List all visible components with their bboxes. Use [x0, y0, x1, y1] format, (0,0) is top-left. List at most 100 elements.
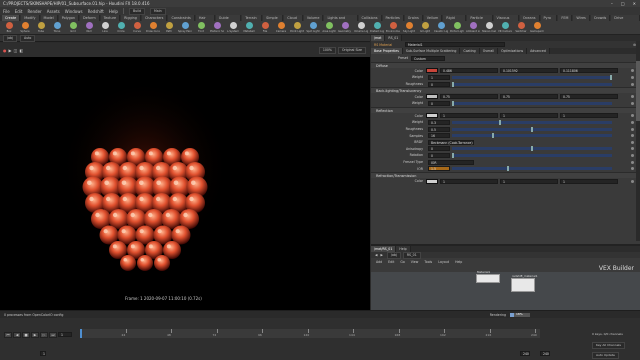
param-value-field[interactable]: 0.101592	[500, 68, 558, 74]
tool-camera[interactable]: Camera	[274, 22, 288, 33]
tool-curve[interactable]: Curve	[130, 22, 144, 33]
tool-geometry-light[interactable]: Geometry Light	[338, 22, 352, 33]
tool-circle[interactable]: Circle	[114, 22, 128, 33]
tool-portal-light[interactable]: Portal Light	[450, 22, 464, 33]
param-value-field[interactable]: 0.111806	[560, 68, 618, 74]
slider-knob[interactable]	[507, 166, 510, 172]
param-value-field[interactable]: 1	[440, 113, 498, 119]
last-frame-icon[interactable]: ⏭	[49, 332, 57, 338]
param-value-field[interactable]: 1	[500, 178, 558, 184]
timeline-ruler[interactable]: 24 48 72 96 120 144 168 192 216 240	[80, 329, 540, 338]
network-menu-edit[interactable]: Edit	[388, 260, 394, 264]
tool-environment-light[interactable]: Environment Light	[386, 22, 400, 33]
subtab-coating[interactable]: Coating	[460, 48, 480, 54]
param-slider[interactable]	[452, 119, 612, 125]
tool-tube[interactable]: Tube	[34, 22, 48, 33]
tool-font[interactable]: Font	[194, 22, 208, 33]
tool-l-system[interactable]: L-System	[226, 22, 240, 33]
reset-icon[interactable]	[631, 101, 634, 105]
build-desktop-select[interactable]: Build	[128, 7, 145, 15]
forward-icon[interactable]: ▶	[377, 253, 382, 257]
tool-switcher[interactable]: Switcher	[514, 22, 528, 33]
node-name-field[interactable]: Material1	[405, 42, 505, 47]
playhead[interactable]	[80, 329, 82, 338]
param-value-field[interactable]: 0	[428, 100, 450, 106]
param-value-field[interactable]: 1	[428, 74, 450, 80]
reset-icon[interactable]	[631, 95, 634, 99]
tool-ambient-light[interactable]: Ambient Light	[466, 22, 480, 33]
network-path[interactable]: /obj	[3, 34, 17, 42]
menu-render[interactable]: Render	[27, 9, 41, 14]
tool-line[interactable]: Line	[98, 22, 112, 33]
param-value-field[interactable]: 0.75	[500, 94, 558, 100]
material-node[interactable]: Material1	[476, 270, 500, 283]
tool-area-light[interactable]: Area Light	[322, 22, 336, 33]
tool-platonic-solids[interactable]: Platonic Solids	[210, 22, 224, 33]
subtab-advanced[interactable]: Advanced	[527, 48, 550, 54]
reset-icon[interactable]	[631, 82, 634, 86]
play-icon[interactable]: ▶	[9, 48, 12, 53]
scrollbar-thumb[interactable]	[636, 61, 640, 121]
redshift-material-node[interactable]: redshift_material1	[511, 274, 537, 292]
param-slider[interactable]	[452, 74, 612, 80]
start-frame-field[interactable]: 1	[40, 351, 46, 356]
network-menu-view[interactable]: View	[411, 260, 419, 264]
param-value-field[interactable]: Beckmann (Cook-Torrance)	[428, 139, 474, 145]
tool-torus[interactable]: Torus	[50, 22, 64, 33]
network-menu-tools[interactable]: Tools	[424, 260, 432, 264]
reset-icon[interactable]	[631, 75, 634, 79]
menu-help[interactable]: Help	[109, 9, 118, 14]
reset-icon[interactable]	[631, 179, 634, 183]
network-menu-add[interactable]: Add	[376, 260, 382, 264]
tool-gamepad-camera[interactable]: Gamepad Camera	[530, 22, 544, 33]
maximize-button[interactable]: □	[621, 1, 625, 6]
param-value-field[interactable]: 1	[440, 178, 498, 184]
render-viewport[interactable]: Frame: 1 2020-09-07 11:00:10 (0.72s)	[0, 57, 370, 310]
param-value-field[interactable]: 0	[428, 152, 450, 158]
tool-vr-camera[interactable]: VR Camera	[498, 22, 512, 33]
tool-box[interactable]: Box	[2, 22, 16, 33]
param-slider[interactable]	[452, 133, 612, 139]
slider-knob[interactable]	[452, 152, 454, 158]
reset-icon[interactable]	[631, 160, 634, 164]
render-icon[interactable]: ●	[3, 48, 7, 53]
menu-windows[interactable]: Windows	[65, 9, 83, 14]
param-value-field[interactable]: 1	[560, 113, 618, 119]
color-swatch[interactable]	[426, 113, 438, 119]
tool-gi-light[interactable]: GI Light	[418, 22, 432, 33]
param-value-field[interactable]: 0.5	[428, 126, 450, 132]
color-swatch[interactable]	[426, 178, 438, 184]
param-value-field[interactable]: 0.75	[560, 94, 618, 100]
tool-metaball[interactable]: Metaball	[242, 22, 256, 33]
subtab-optimizations[interactable]: Optimizations	[498, 48, 528, 54]
param-slider[interactable]	[452, 146, 612, 152]
tool-path[interactable]: Path	[162, 22, 176, 33]
lock-icon[interactable]: ◧	[19, 48, 23, 53]
tool-sphere[interactable]: Sphere	[18, 22, 32, 33]
param-slider[interactable]	[452, 166, 612, 172]
tool-stereo-camera[interactable]: Stereo Camera	[482, 22, 496, 33]
stop-icon[interactable]: ■	[22, 332, 30, 338]
param-slider[interactable]	[452, 100, 612, 106]
parameter-scrollbar[interactable]	[636, 41, 640, 241]
network-menu-layout[interactable]: Layout	[438, 260, 449, 264]
preset-select[interactable]: Custom	[411, 55, 445, 61]
zoom-level[interactable]: 100%	[318, 46, 336, 54]
reset-icon[interactable]	[631, 153, 634, 157]
minimize-button[interactable]: –	[611, 1, 613, 6]
tool-draw-curve[interactable]: Draw Curve	[146, 22, 160, 33]
param-slider[interactable]	[452, 126, 612, 132]
end-frame-field-2[interactable]: 240	[540, 351, 550, 356]
play-icon[interactable]: ▶	[31, 332, 39, 338]
reset-icon[interactable]	[631, 114, 634, 118]
menu-redshift[interactable]: Redshift	[88, 9, 104, 14]
slider-knob[interactable]	[531, 126, 533, 132]
network-editor[interactable]: VEX Builder Material1 redshift_material1	[371, 265, 640, 312]
param-value-field[interactable]: 0	[428, 81, 450, 87]
subtab-overall[interactable]: Overall	[479, 48, 499, 54]
end-frame-field[interactable]: 240	[520, 351, 530, 356]
tool-file[interactable]: File	[258, 22, 272, 33]
slider-knob[interactable]	[491, 133, 494, 139]
param-value-field[interactable]: 1	[500, 113, 558, 119]
param-value-field[interactable]: 0.486	[440, 68, 498, 74]
